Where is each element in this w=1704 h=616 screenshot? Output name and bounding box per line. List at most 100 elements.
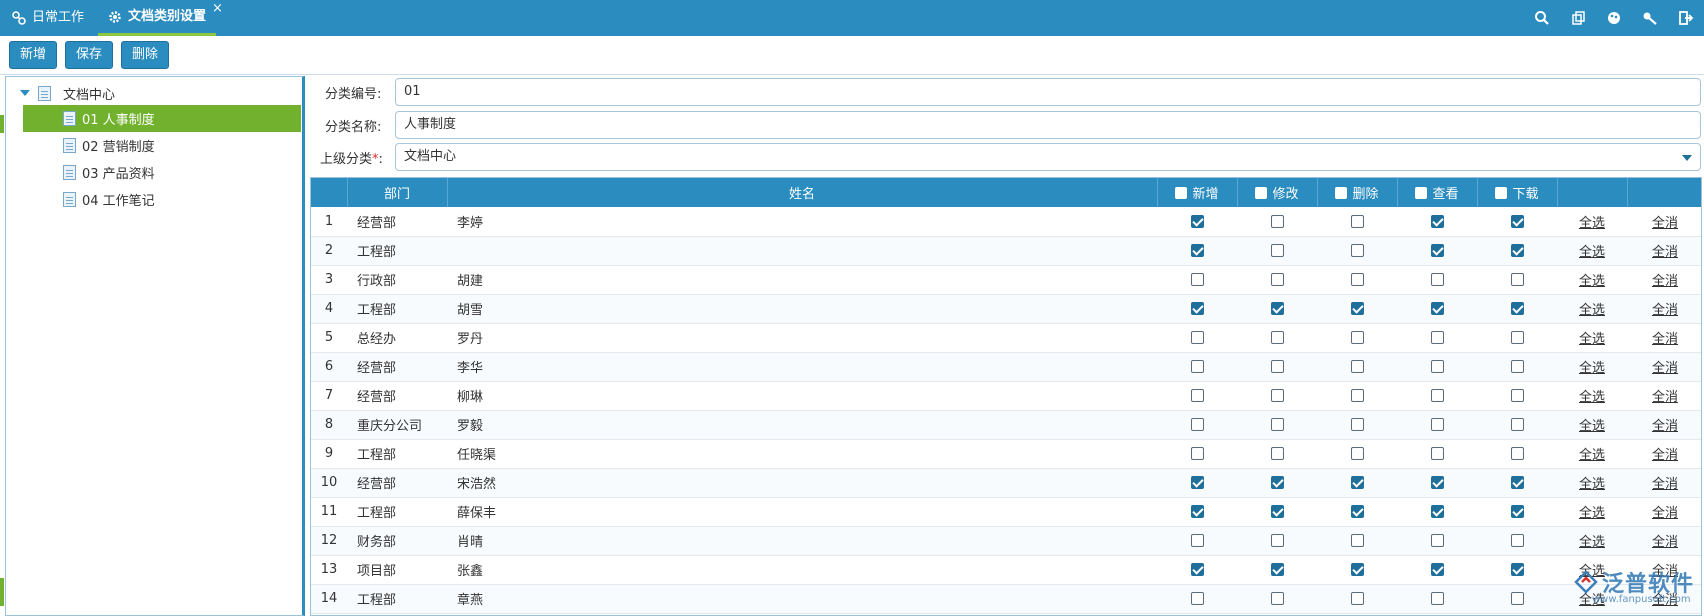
edit-permission-checkbox[interactable] <box>1270 360 1284 373</box>
download-column-header[interactable]: 下载 <box>1477 178 1558 207</box>
delete-permission-checkbox[interactable] <box>1350 302 1364 315</box>
tree-item-marketing-policy[interactable]: 02 营销制度 <box>23 132 301 159</box>
view-permission-checkbox[interactable] <box>1430 389 1444 402</box>
tree-item-product-materials[interactable]: 03 产品资料 <box>23 159 301 186</box>
view-permission-checkbox[interactable] <box>1430 302 1444 315</box>
header-checkbox[interactable] <box>1335 187 1348 199</box>
edit-permission-checkbox[interactable] <box>1270 418 1284 431</box>
view-permission-checkbox[interactable] <box>1430 273 1444 286</box>
select-all-link[interactable]: 全选 <box>1557 381 1627 411</box>
select-all-link[interactable]: 全选 <box>1557 526 1627 556</box>
edit-permission-checkbox[interactable] <box>1270 389 1284 402</box>
header-checkbox[interactable] <box>1175 187 1188 199</box>
download-permission-checkbox[interactable] <box>1510 534 1524 547</box>
edit-column-header[interactable]: 修改 <box>1237 178 1318 207</box>
edit-permission-checkbox[interactable] <box>1270 476 1284 489</box>
delete-permission-checkbox[interactable] <box>1350 563 1364 576</box>
tab-daily-work[interactable]: 日常工作 <box>12 0 84 36</box>
deselect-all-link[interactable]: 全消 <box>1627 207 1701 237</box>
download-permission-checkbox[interactable] <box>1510 505 1524 518</box>
delete-permission-checkbox[interactable] <box>1350 505 1364 518</box>
edit-permission-checkbox[interactable] <box>1270 505 1284 518</box>
deselect-all-link[interactable]: 全消 <box>1627 323 1701 353</box>
select-all-link[interactable]: 全选 <box>1557 410 1627 440</box>
add-permission-checkbox[interactable] <box>1190 418 1204 431</box>
search-icon[interactable] <box>1524 0 1560 36</box>
view-permission-checkbox[interactable] <box>1430 214 1444 228</box>
add-column-header[interactable]: 新增 <box>1157 178 1238 207</box>
view-permission-checkbox[interactable] <box>1430 563 1444 576</box>
select-all-link[interactable]: 全选 <box>1557 294 1627 324</box>
view-permission-checkbox[interactable] <box>1430 418 1444 431</box>
deselect-all-link[interactable]: 全消 <box>1627 381 1701 411</box>
deselect-all-link[interactable]: 全消 <box>1627 352 1701 382</box>
select-all-link[interactable]: 全选 <box>1557 265 1627 295</box>
select-all-link[interactable]: 全选 <box>1557 323 1627 353</box>
table-row[interactable]: 12 财务部 肖晴 全选 全消 <box>311 526 1701 556</box>
deselect-all-link[interactable]: 全消 <box>1627 526 1701 556</box>
chevron-down-icon[interactable] <box>1682 155 1692 161</box>
view-permission-checkbox[interactable] <box>1430 331 1444 344</box>
add-permission-checkbox[interactable] <box>1190 505 1204 518</box>
add-permission-checkbox[interactable] <box>1190 592 1204 605</box>
download-permission-checkbox[interactable] <box>1510 476 1524 489</box>
table-row[interactable]: 9 工程部 任晓渠 全选 全消 <box>311 439 1701 469</box>
delete-permission-checkbox[interactable] <box>1350 360 1364 373</box>
add-permission-checkbox[interactable] <box>1190 302 1204 315</box>
delete-permission-checkbox[interactable] <box>1350 331 1364 344</box>
download-permission-checkbox[interactable] <box>1510 563 1524 576</box>
table-row[interactable]: 10 经营部 宋浩然 全选 全消 <box>311 468 1701 498</box>
view-permission-checkbox[interactable] <box>1430 534 1444 547</box>
download-permission-checkbox[interactable] <box>1510 360 1524 373</box>
header-checkbox[interactable] <box>1495 187 1508 199</box>
deselect-all-link[interactable]: 全消 <box>1627 439 1701 469</box>
download-permission-checkbox[interactable] <box>1510 418 1524 431</box>
edit-permission-checkbox[interactable] <box>1270 592 1284 605</box>
view-column-header[interactable]: 查看 <box>1397 178 1478 207</box>
view-permission-checkbox[interactable] <box>1430 447 1444 460</box>
delete-permission-checkbox[interactable] <box>1350 418 1364 431</box>
delete-button[interactable]: 删除 <box>121 41 169 69</box>
table-row[interactable]: 1 经营部 李婷 全选 全消 <box>311 207 1701 237</box>
add-permission-checkbox[interactable] <box>1190 563 1204 576</box>
select-all-link[interactable]: 全选 <box>1557 497 1627 527</box>
deselect-all-link[interactable]: 全消 <box>1627 236 1701 266</box>
add-permission-checkbox[interactable] <box>1190 214 1204 228</box>
deselect-all-link[interactable]: 全消 <box>1627 294 1701 324</box>
category-code-input[interactable]: 01 <box>395 78 1701 106</box>
view-permission-checkbox[interactable] <box>1430 244 1444 257</box>
delete-permission-checkbox[interactable] <box>1350 476 1364 489</box>
delete-permission-checkbox[interactable] <box>1350 244 1364 257</box>
deselect-all-link[interactable]: 全消 <box>1627 410 1701 440</box>
add-permission-checkbox[interactable] <box>1190 389 1204 402</box>
edit-permission-checkbox[interactable] <box>1270 534 1284 547</box>
deselect-all-link[interactable]: 全消 <box>1627 497 1701 527</box>
add-permission-checkbox[interactable] <box>1190 534 1204 547</box>
deselect-all-link[interactable]: 全消 <box>1627 468 1701 498</box>
select-all-link[interactable]: 全选 <box>1557 468 1627 498</box>
table-row[interactable]: 11 工程部 薛保丰 全选 全消 <box>311 497 1701 527</box>
delete-permission-checkbox[interactable] <box>1350 534 1364 547</box>
view-permission-checkbox[interactable] <box>1430 592 1444 605</box>
header-checkbox[interactable] <box>1415 187 1428 199</box>
download-permission-checkbox[interactable] <box>1510 389 1524 402</box>
add-permission-checkbox[interactable] <box>1190 360 1204 373</box>
header-checkbox[interactable] <box>1255 187 1268 199</box>
table-row[interactable]: 5 总经办 罗丹 全选 全消 <box>311 323 1701 353</box>
logout-icon[interactable] <box>1668 0 1704 36</box>
table-row[interactable]: 4 工程部 胡雪 全选 全消 <box>311 294 1701 324</box>
edit-permission-checkbox[interactable] <box>1270 214 1284 228</box>
delete-permission-checkbox[interactable] <box>1350 389 1364 402</box>
edit-permission-checkbox[interactable] <box>1270 331 1284 344</box>
download-permission-checkbox[interactable] <box>1510 331 1524 344</box>
download-permission-checkbox[interactable] <box>1510 302 1524 315</box>
edit-permission-checkbox[interactable] <box>1270 244 1284 257</box>
delete-permission-checkbox[interactable] <box>1350 592 1364 605</box>
tab-close-icon[interactable]: × <box>212 2 223 16</box>
tab-doc-category-settings[interactable]: 文档类别设置 <box>98 0 217 36</box>
download-permission-checkbox[interactable] <box>1510 447 1524 460</box>
download-permission-checkbox[interactable] <box>1510 244 1524 257</box>
key-icon[interactable] <box>1632 0 1668 36</box>
add-permission-checkbox[interactable] <box>1190 476 1204 489</box>
copy-icon[interactable] <box>1560 0 1596 36</box>
